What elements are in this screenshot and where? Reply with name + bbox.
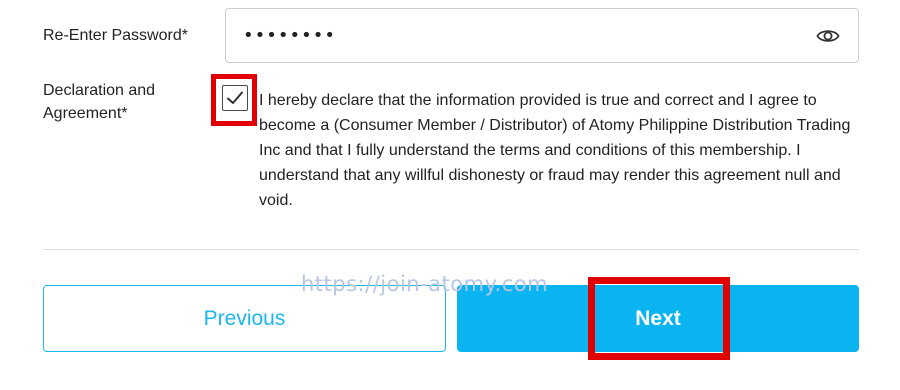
- previous-button-label: Previous: [203, 306, 286, 330]
- checkmark-icon: [227, 91, 243, 104]
- declaration-label: Declaration and Agreement*: [43, 82, 156, 122]
- divider: [43, 249, 859, 250]
- signup-form-step: Re-Enter Password* •••••••• Declaration …: [0, 0, 900, 390]
- declaration-text: I hereby declare that the information pr…: [259, 92, 851, 209]
- eye-icon[interactable]: [816, 25, 840, 47]
- declaration-checkbox[interactable]: [222, 85, 248, 111]
- next-highlight-box: [588, 277, 730, 360]
- watermark-text: https://join-atomy.com: [301, 272, 549, 296]
- reenter-password-label: Re-Enter Password*: [43, 27, 188, 44]
- reenter-password-value: ••••••••: [243, 25, 336, 46]
- reenter-password-field[interactable]: ••••••••: [225, 8, 859, 63]
